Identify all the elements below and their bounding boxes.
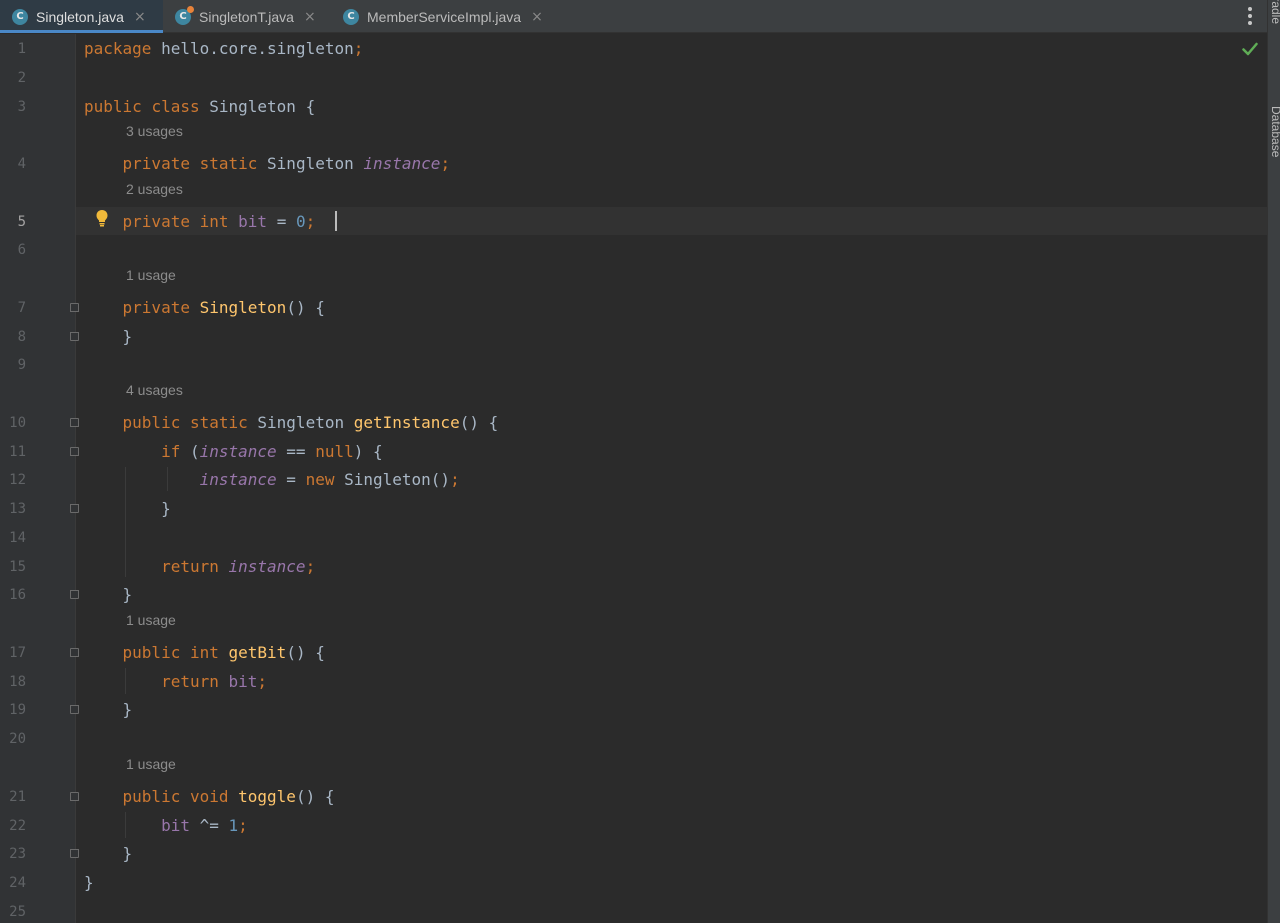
line-number: 6: [17, 242, 26, 259]
fold-marker[interactable]: [70, 705, 79, 714]
code-line[interactable]: }: [84, 327, 133, 347]
line-number: 23: [9, 846, 26, 863]
code-line[interactable]: }: [84, 844, 133, 864]
database-tool-button[interactable]: Database: [1269, 106, 1280, 157]
line-number: 12: [9, 472, 26, 489]
line-number-gutter[interactable]: 1 2 3 4 5 6 7 8 9 10 11 12 13 14 15 16 17 18 19 20 21 22 23 24 2…: [0, 34, 76, 923]
code-line[interactable]: }: [84, 700, 133, 720]
line-number: 16: [9, 587, 26, 604]
class-letter: C: [179, 11, 187, 22]
line-number: 4: [17, 156, 26, 173]
line-number: 1: [17, 41, 26, 57]
line-number: 25: [9, 903, 26, 920]
code-line[interactable]: package hello.core.singleton;: [84, 39, 363, 59]
tab-memberserviceimpl-java[interactable]: C MemberServiceImpl.java ×: [331, 0, 563, 33]
usages-inlay-hint[interactable]: 1 usage: [126, 755, 176, 773]
gradle-tool-button[interactable]: Gradle: [1269, 0, 1280, 24]
line-number: 18: [9, 673, 26, 690]
fold-marker[interactable]: [70, 648, 79, 657]
indent-guide: [167, 467, 168, 491]
code-line[interactable]: public int getBit() {: [84, 643, 325, 663]
more-options-icon[interactable]: [1244, 7, 1256, 27]
line-number: 24: [9, 875, 26, 892]
line-number: 22: [9, 817, 26, 834]
tab-singletont-java[interactable]: C SingletonT.java ×: [163, 0, 331, 33]
indent-guide: [125, 467, 126, 577]
line-number: 8: [17, 328, 26, 345]
indent-guide: [125, 812, 126, 838]
fold-marker[interactable]: [70, 447, 79, 456]
lightbulb-icon[interactable]: [95, 209, 109, 227]
code-line[interactable]: public void toggle() {: [84, 787, 335, 807]
close-icon[interactable]: ×: [531, 9, 543, 25]
line-number: 15: [9, 558, 26, 575]
line-number: 2: [17, 69, 26, 86]
code-line[interactable]: public class Singleton {: [84, 97, 315, 117]
check-icon[interactable]: [1242, 42, 1258, 56]
usages-inlay-hint[interactable]: 1 usage: [126, 266, 176, 284]
usages-inlay-hint[interactable]: 2 usages: [126, 180, 183, 198]
fold-marker[interactable]: [70, 303, 79, 312]
code-line[interactable]: private static Singleton instance;: [84, 154, 451, 174]
tab-label: SingletonT.java: [199, 8, 294, 25]
code-line[interactable]: instance = new Singleton();: [84, 470, 460, 490]
line-number: 14: [9, 529, 26, 546]
run-dot-icon: [187, 5, 194, 13]
code-line[interactable]: }: [84, 499, 171, 519]
close-icon[interactable]: ×: [134, 9, 146, 25]
right-tool-strip: Gradle Database: [1267, 0, 1280, 923]
usages-inlay-hint[interactable]: 1 usage: [126, 611, 176, 629]
code-line[interactable]: return bit;: [84, 672, 267, 692]
text-caret: [335, 211, 337, 231]
code-line[interactable]: if (instance == null) {: [84, 442, 383, 462]
code-line[interactable]: private int bit = 0;: [84, 212, 316, 232]
tab-label: MemberServiceImpl.java: [367, 8, 522, 25]
fold-marker[interactable]: [70, 332, 79, 341]
line-number: 20: [9, 731, 26, 748]
line-number: 11: [9, 443, 26, 460]
indent-guide: [125, 668, 126, 694]
code-line[interactable]: }: [84, 873, 94, 893]
code-line[interactable]: }: [84, 585, 133, 605]
line-number: 13: [9, 501, 26, 518]
code-line[interactable]: public static Singleton getInstance() {: [84, 413, 499, 433]
line-number: 10: [9, 414, 26, 431]
line-number: 3: [17, 98, 26, 115]
line-number: 7: [17, 299, 26, 316]
line-number: 9: [17, 357, 26, 374]
fold-marker[interactable]: [70, 418, 79, 427]
tab-label: Singleton.java: [36, 8, 124, 25]
line-number: 5: [17, 213, 26, 230]
class-icon: C: [12, 8, 28, 25]
fold-marker[interactable]: [70, 590, 79, 599]
usages-inlay-hint[interactable]: 4 usages: [126, 381, 183, 399]
line-number: 17: [9, 644, 26, 661]
code-line[interactable]: return instance;: [84, 557, 315, 577]
code-line[interactable]: bit ^= 1;: [84, 816, 248, 836]
fold-marker[interactable]: [70, 792, 79, 801]
fold-marker[interactable]: [70, 849, 79, 858]
runnable-class-icon: C: [175, 5, 194, 25]
line-number: 19: [9, 702, 26, 719]
fold-marker[interactable]: [70, 504, 79, 513]
close-icon[interactable]: ×: [304, 9, 316, 25]
line-number: 21: [9, 788, 26, 805]
class-icon: C: [343, 8, 359, 25]
usages-inlay-hint[interactable]: 3 usages: [126, 122, 183, 140]
editor-tab-bar: C Singleton.java × C SingletonT.java × C…: [0, 0, 1267, 33]
code-line[interactable]: private Singleton() {: [84, 298, 325, 318]
tab-singleton-java[interactable]: C Singleton.java ×: [0, 0, 163, 33]
